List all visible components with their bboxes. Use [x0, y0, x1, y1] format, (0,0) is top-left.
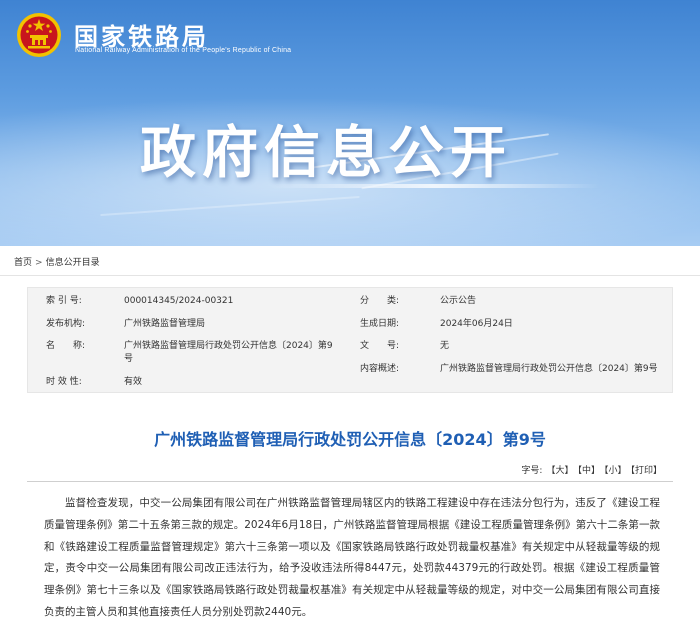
font-small-button[interactable]: 【小】 — [604, 466, 627, 476]
font-medium-button[interactable]: 【中】 — [577, 466, 600, 476]
header-banner: 国家铁路局 National Railway Administration of… — [0, 0, 700, 246]
date-value: 2024年06月24日 — [440, 319, 513, 329]
font-large-button[interactable]: 【大】 — [546, 466, 573, 476]
summary-value: 广州铁路监督管理局行政处罚公开信息〔2024〕第9号 — [440, 364, 658, 374]
article-tools: 字号: 【大】 【中】 【小】 【打印】 — [521, 463, 662, 476]
article-body: 监督检查发现，中交一公局集团有限公司在广州铁路监督管理局辖区内的铁路工程建设中存… — [44, 493, 660, 624]
issuer-label: 发布机构: — [46, 319, 86, 329]
category-label: 分 类: — [360, 296, 400, 306]
issuer-value: 广州铁路监督管理局 — [124, 319, 206, 329]
breadcrumb: 首页 > 信息公开目录 — [14, 255, 100, 268]
breadcrumb-home-link[interactable]: 首页 — [14, 258, 32, 268]
article-title: 广州铁路监督管理局行政处罚公开信息〔2024〕第9号 — [154, 430, 546, 449]
breadcrumb-separator: > — [35, 258, 43, 268]
slogan-underline — [270, 184, 600, 188]
validity-value: 有效 — [124, 377, 143, 387]
index-value: 000014345/2024-00321 — [124, 296, 234, 306]
breadcrumb-divider — [0, 275, 700, 276]
date-label: 生成日期: — [360, 319, 400, 329]
font-size-label: 字号: — [521, 466, 543, 476]
validity-label: 时 效 性: — [46, 377, 82, 387]
print-button[interactable]: 【打印】 — [630, 466, 662, 476]
name-value: 广州铁路监督管理局行政处罚公开信息〔2024〕第9号 — [124, 341, 333, 364]
document-info-table: 索 引 号: 000014345/2024-00321 分 类: 公示公告 发布… — [27, 287, 673, 393]
doc-number-value: 无 — [440, 341, 450, 351]
page-slogan: 政府信息公开 — [140, 121, 512, 186]
summary-label: 内容概述: — [360, 364, 400, 374]
org-name-en: National Railway Administration of the P… — [75, 47, 292, 54]
article-divider — [27, 481, 673, 482]
breadcrumb-current-link[interactable]: 信息公开目录 — [46, 258, 100, 268]
name-label: 名 称: — [46, 341, 86, 351]
national-emblem-icon — [17, 13, 61, 57]
category-value: 公示公告 — [440, 296, 477, 306]
doc-number-label: 文 号: — [360, 341, 400, 351]
article-paragraph: 监督检查发现，中交一公局集团有限公司在广州铁路监督管理局辖区内的铁路工程建设中存… — [44, 497, 660, 618]
index-label: 索 引 号: — [46, 296, 82, 306]
